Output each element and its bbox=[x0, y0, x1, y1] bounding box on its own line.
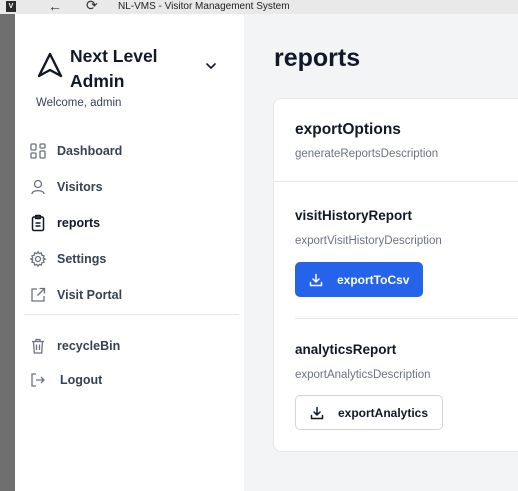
sidebar-item-label: recycleBin bbox=[57, 339, 121, 353]
card-subtitle: generateReportsDescription bbox=[295, 148, 439, 160]
sidebar-item-label: Visitors bbox=[57, 180, 103, 194]
main-content: reports exportOptions generateReportsDes… bbox=[244, 14, 518, 491]
trash-icon bbox=[32, 338, 44, 354]
visit-history-report-title: visitHistoryReport bbox=[295, 208, 413, 223]
brand-switcher[interactable]: Next Level Admin bbox=[37, 44, 227, 94]
back-arrow-icon[interactable]: ← bbox=[48, 0, 62, 14]
export-to-csv-button[interactable]: exportToCsv bbox=[295, 262, 423, 297]
sidebar-item-logout[interactable]: Logout bbox=[29, 367, 239, 393]
export-options-card: exportOptions generateReportsDescription… bbox=[273, 98, 518, 452]
reload-icon[interactable]: ⟳ bbox=[86, 0, 98, 14]
clipboard-icon bbox=[31, 214, 45, 232]
user-icon bbox=[31, 179, 45, 195]
sidebar-item-dashboard[interactable]: Dashboard bbox=[29, 138, 239, 164]
logo-icon bbox=[37, 52, 63, 78]
brand-name: Next Level Admin bbox=[70, 46, 158, 91]
sidebar-item-label: reports bbox=[57, 216, 101, 230]
export-to-csv-label: exportToCsv bbox=[337, 272, 410, 287]
gear-icon bbox=[29, 250, 47, 268]
card-header: exportOptions generateReportsDescription bbox=[274, 99, 518, 182]
sidebar: Next Level Admin Welcome, admin Dashboar… bbox=[15, 14, 244, 491]
window-title: NL-VMS - Visitor Management System bbox=[118, 1, 290, 12]
sidebar-item-recycle-bin[interactable]: recycleBin bbox=[29, 333, 239, 359]
sidebar-item-label: Visit Portal bbox=[57, 288, 123, 302]
sidebar-divider bbox=[24, 314, 239, 315]
section-divider bbox=[295, 318, 518, 319]
welcome-text: Welcome, admin bbox=[36, 97, 122, 109]
logout-icon bbox=[31, 373, 45, 387]
page-title: reports bbox=[274, 44, 361, 72]
sidebar-item-settings[interactable]: Settings bbox=[29, 246, 239, 272]
sidebar-item-label: Dashboard bbox=[57, 144, 123, 158]
card-title: exportOptions bbox=[295, 121, 401, 138]
export-analytics-button[interactable]: exportAnalytics bbox=[295, 395, 443, 430]
grid-icon bbox=[30, 143, 46, 159]
sidebar-item-reports[interactable]: reports bbox=[29, 210, 239, 236]
app-icon: V bbox=[6, 1, 16, 12]
analytics-report-description: exportAnalyticsDescription bbox=[295, 369, 431, 381]
visit-history-report-description: exportVisitHistoryDescription bbox=[295, 235, 442, 247]
external-link-icon bbox=[31, 287, 46, 302]
sidebar-item-visit-portal[interactable]: Visit Portal bbox=[29, 282, 239, 308]
download-icon bbox=[309, 273, 323, 286]
chevron-down-icon[interactable] bbox=[205, 60, 217, 72]
analytics-report-title: analyticsReport bbox=[295, 342, 397, 357]
sidebar-item-label: Settings bbox=[57, 252, 107, 266]
app-window: Next Level Admin Welcome, admin Dashboar… bbox=[15, 14, 518, 491]
download-icon bbox=[310, 406, 324, 419]
sidebar-item-label: Logout bbox=[60, 373, 103, 387]
export-analytics-label: exportAnalytics bbox=[338, 405, 429, 420]
sidebar-item-visitors[interactable]: Visitors bbox=[29, 174, 239, 200]
window-titlebar: V ← ⟳ NL-VMS - Visitor Management System bbox=[0, 0, 518, 14]
